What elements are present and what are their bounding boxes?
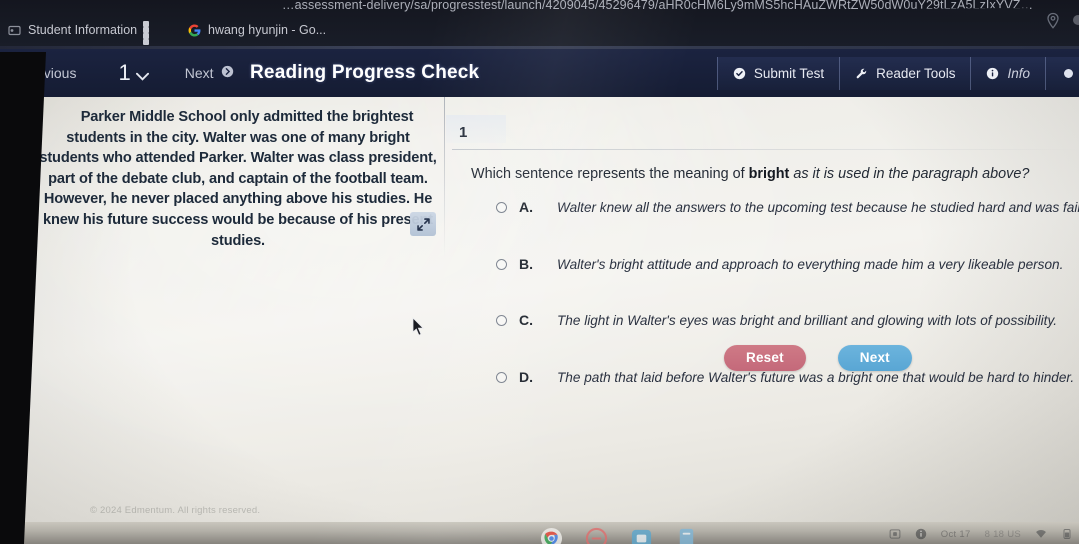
- submit-test-label: Submit Test: [753, 66, 825, 81]
- answer-option-d[interactable]: D. The path that laid before Walter's fu…: [496, 369, 1079, 397]
- column-divider: [444, 97, 445, 257]
- bookmark-hwang-hyunjin[interactable]: hwang hyunjin - Go...: [188, 23, 326, 37]
- copyright-text: © 2024 Edmentum. All rights reserved.: [90, 505, 261, 516]
- radio-button-c[interactable]: [496, 315, 507, 326]
- answer-option-a[interactable]: A. Walter knew all the answers to the up…: [496, 199, 1079, 227]
- question-stem-after: as it is used in the paragraph above?: [789, 166, 1030, 182]
- toolbar-overflow-button[interactable]: [1045, 57, 1079, 90]
- radio-button-b[interactable]: [496, 258, 507, 270]
- option-letter: A.: [519, 199, 533, 215]
- page-number-selector[interactable]: 1: [118, 60, 149, 86]
- question-stem: Which sentence represents the meaning of…: [471, 166, 1029, 182]
- expand-arrows-icon[interactable]: [410, 212, 436, 236]
- option-letter: C.: [519, 312, 533, 328]
- option-letter: D.: [519, 368, 533, 385]
- assessment-toolbar: Previous 1 Next Reading Progress Check S…: [0, 49, 1079, 97]
- check-circle-icon: [733, 67, 746, 80]
- bookmark-label: Student Information: [28, 23, 138, 37]
- battery-icon[interactable]: [1061, 528, 1073, 540]
- taskbar-clock[interactable]: Oct 17: [941, 529, 971, 540]
- page-number-value: 1: [118, 60, 131, 85]
- answer-option-b[interactable]: B. Walter's bright attitude and approach…: [496, 256, 1079, 284]
- chevron-down-icon: [135, 69, 149, 84]
- submit-test-button[interactable]: Submit Test: [716, 57, 840, 90]
- taskbar-tray: Oct 17 8 18 US: [889, 528, 1073, 540]
- radio-button-a[interactable]: [496, 202, 507, 213]
- option-text: The path that laid before Walter's futur…: [557, 369, 1075, 385]
- bookmarks-bar: Student Information hwang hyunjin - Go..…: [0, 18, 1079, 46]
- question-number-background: [446, 115, 506, 143]
- question-number: 1: [459, 124, 468, 141]
- next-page-button[interactable]: Next: [185, 65, 234, 81]
- taskbar-battery-label: 8 18 US: [984, 528, 1021, 540]
- bookmark-label: hwang hyunjin - Go...: [208, 23, 327, 37]
- question-keyword: bright: [748, 166, 790, 182]
- apps-grid-icon: [143, 21, 158, 45]
- bookmark-apps-grid[interactable]: [143, 21, 158, 45]
- wrench-icon: [855, 67, 868, 80]
- chevron-right-icon: [1061, 67, 1073, 80]
- radio-button-d[interactable]: [496, 371, 507, 383]
- photos-icon[interactable]: [630, 527, 653, 544]
- option-text: Walter knew all the answers to the upcom…: [557, 200, 1079, 215]
- files-icon[interactable]: [675, 527, 698, 544]
- assessment-content-sheet: Parker Middle School only admitted the b…: [16, 97, 1079, 522]
- os-taskbar: Oct 17 8 18 US: [0, 518, 1079, 544]
- mouse-cursor: [412, 317, 425, 341]
- reader-tools-label: Reader Tools: [876, 66, 956, 81]
- question-stem-before: Which sentence represents the meaning of: [471, 166, 749, 182]
- answer-option-c[interactable]: C. The light in Walter's eyes was bright…: [496, 312, 1079, 340]
- question-header-divider: [452, 149, 1079, 150]
- action-buttons: Reset Next: [724, 345, 912, 371]
- info-label: Info: [1007, 66, 1030, 81]
- chrome-icon[interactable]: [540, 527, 563, 544]
- next-question-button[interactable]: Next: [837, 345, 912, 371]
- reset-button[interactable]: Reset: [724, 345, 806, 371]
- assistant-icon[interactable]: [585, 527, 608, 544]
- next-label: Next: [184, 65, 214, 81]
- taskbar-dock: [540, 527, 698, 544]
- reading-passage: Parker Middle School only admitted the b…: [39, 109, 437, 249]
- option-text: Walter's bright attitude and approach to…: [557, 256, 1064, 272]
- option-letter: B.: [519, 255, 533, 272]
- info-button[interactable]: Info: [970, 57, 1045, 90]
- google-icon: [188, 24, 201, 37]
- option-text: The light in Walter's eyes was bright an…: [557, 313, 1058, 328]
- arrow-right-circle-icon: [221, 65, 234, 81]
- site-favicon: [8, 24, 21, 37]
- info-circle-icon[interactable]: [915, 528, 927, 540]
- toolbar-right-group: Submit Test Reader Tools Info: [716, 57, 1079, 90]
- laptop-screen-photo: …assessment-delivery/sa/progresstest/lau…: [0, 0, 1079, 544]
- page-title: Reading Progress Check: [250, 62, 480, 83]
- answer-options-list: A. Walter knew all the answers to the up…: [496, 199, 1079, 425]
- reader-tools-button[interactable]: Reader Tools: [839, 57, 971, 90]
- info-circle-icon: [986, 67, 999, 80]
- screenshot-icon[interactable]: [889, 528, 901, 540]
- bookmark-student-information[interactable]: Student Information: [8, 23, 137, 37]
- wifi-icon[interactable]: [1035, 528, 1047, 540]
